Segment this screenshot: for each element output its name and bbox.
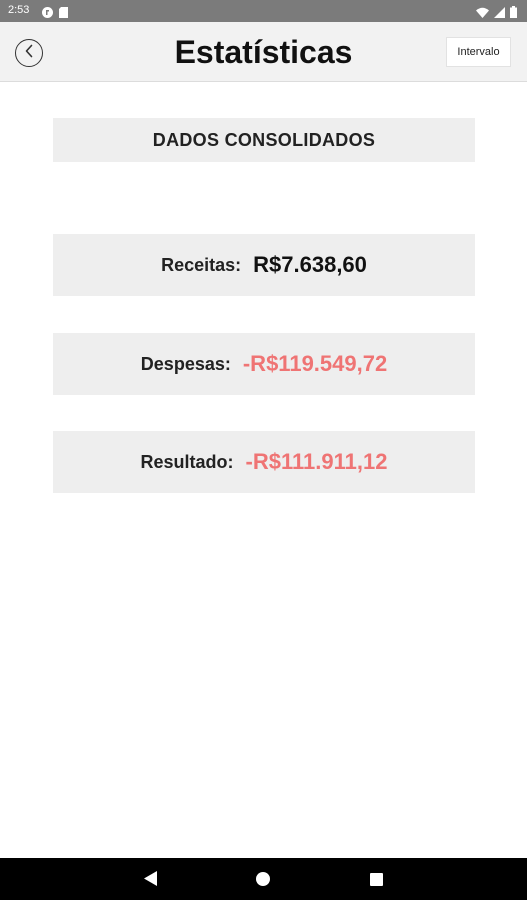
status-bar: 2:53 (0, 0, 527, 22)
nav-home-icon[interactable] (256, 872, 270, 886)
section-title: DADOS CONSOLIDADOS (53, 118, 475, 162)
status-right-icons (476, 5, 517, 23)
nav-recents-icon[interactable] (370, 873, 383, 886)
navigation-bar (0, 858, 527, 900)
notification-app-icon (42, 5, 53, 23)
sd-card-icon (59, 5, 68, 23)
nav-back-icon[interactable] (144, 871, 157, 891)
interval-button[interactable]: Intervalo (446, 37, 511, 67)
stat-card-revenue: Receitas: R$7.638,60 (53, 234, 475, 296)
stat-card-result: Resultado: -R$111.911,12 (53, 431, 475, 493)
stat-label-result: Resultado: (140, 451, 234, 472)
status-left-icons (42, 5, 68, 23)
status-time: 2:53 (8, 4, 30, 16)
stat-value-expenses: -R$119.549,72 (242, 351, 388, 376)
battery-icon (510, 5, 517, 23)
stat-value-revenue: R$7.638,60 (253, 252, 367, 277)
app-bar: Estatísticas Intervalo (0, 22, 527, 82)
stat-value-result: -R$111.911,12 (245, 449, 388, 474)
stat-label-revenue: Receitas: (161, 254, 242, 275)
wifi-icon (476, 5, 489, 23)
cellular-signal-icon (494, 5, 505, 23)
stat-card-expenses: Despesas: -R$119.549,72 (53, 333, 475, 395)
stat-label-expenses: Despesas: (140, 353, 231, 374)
